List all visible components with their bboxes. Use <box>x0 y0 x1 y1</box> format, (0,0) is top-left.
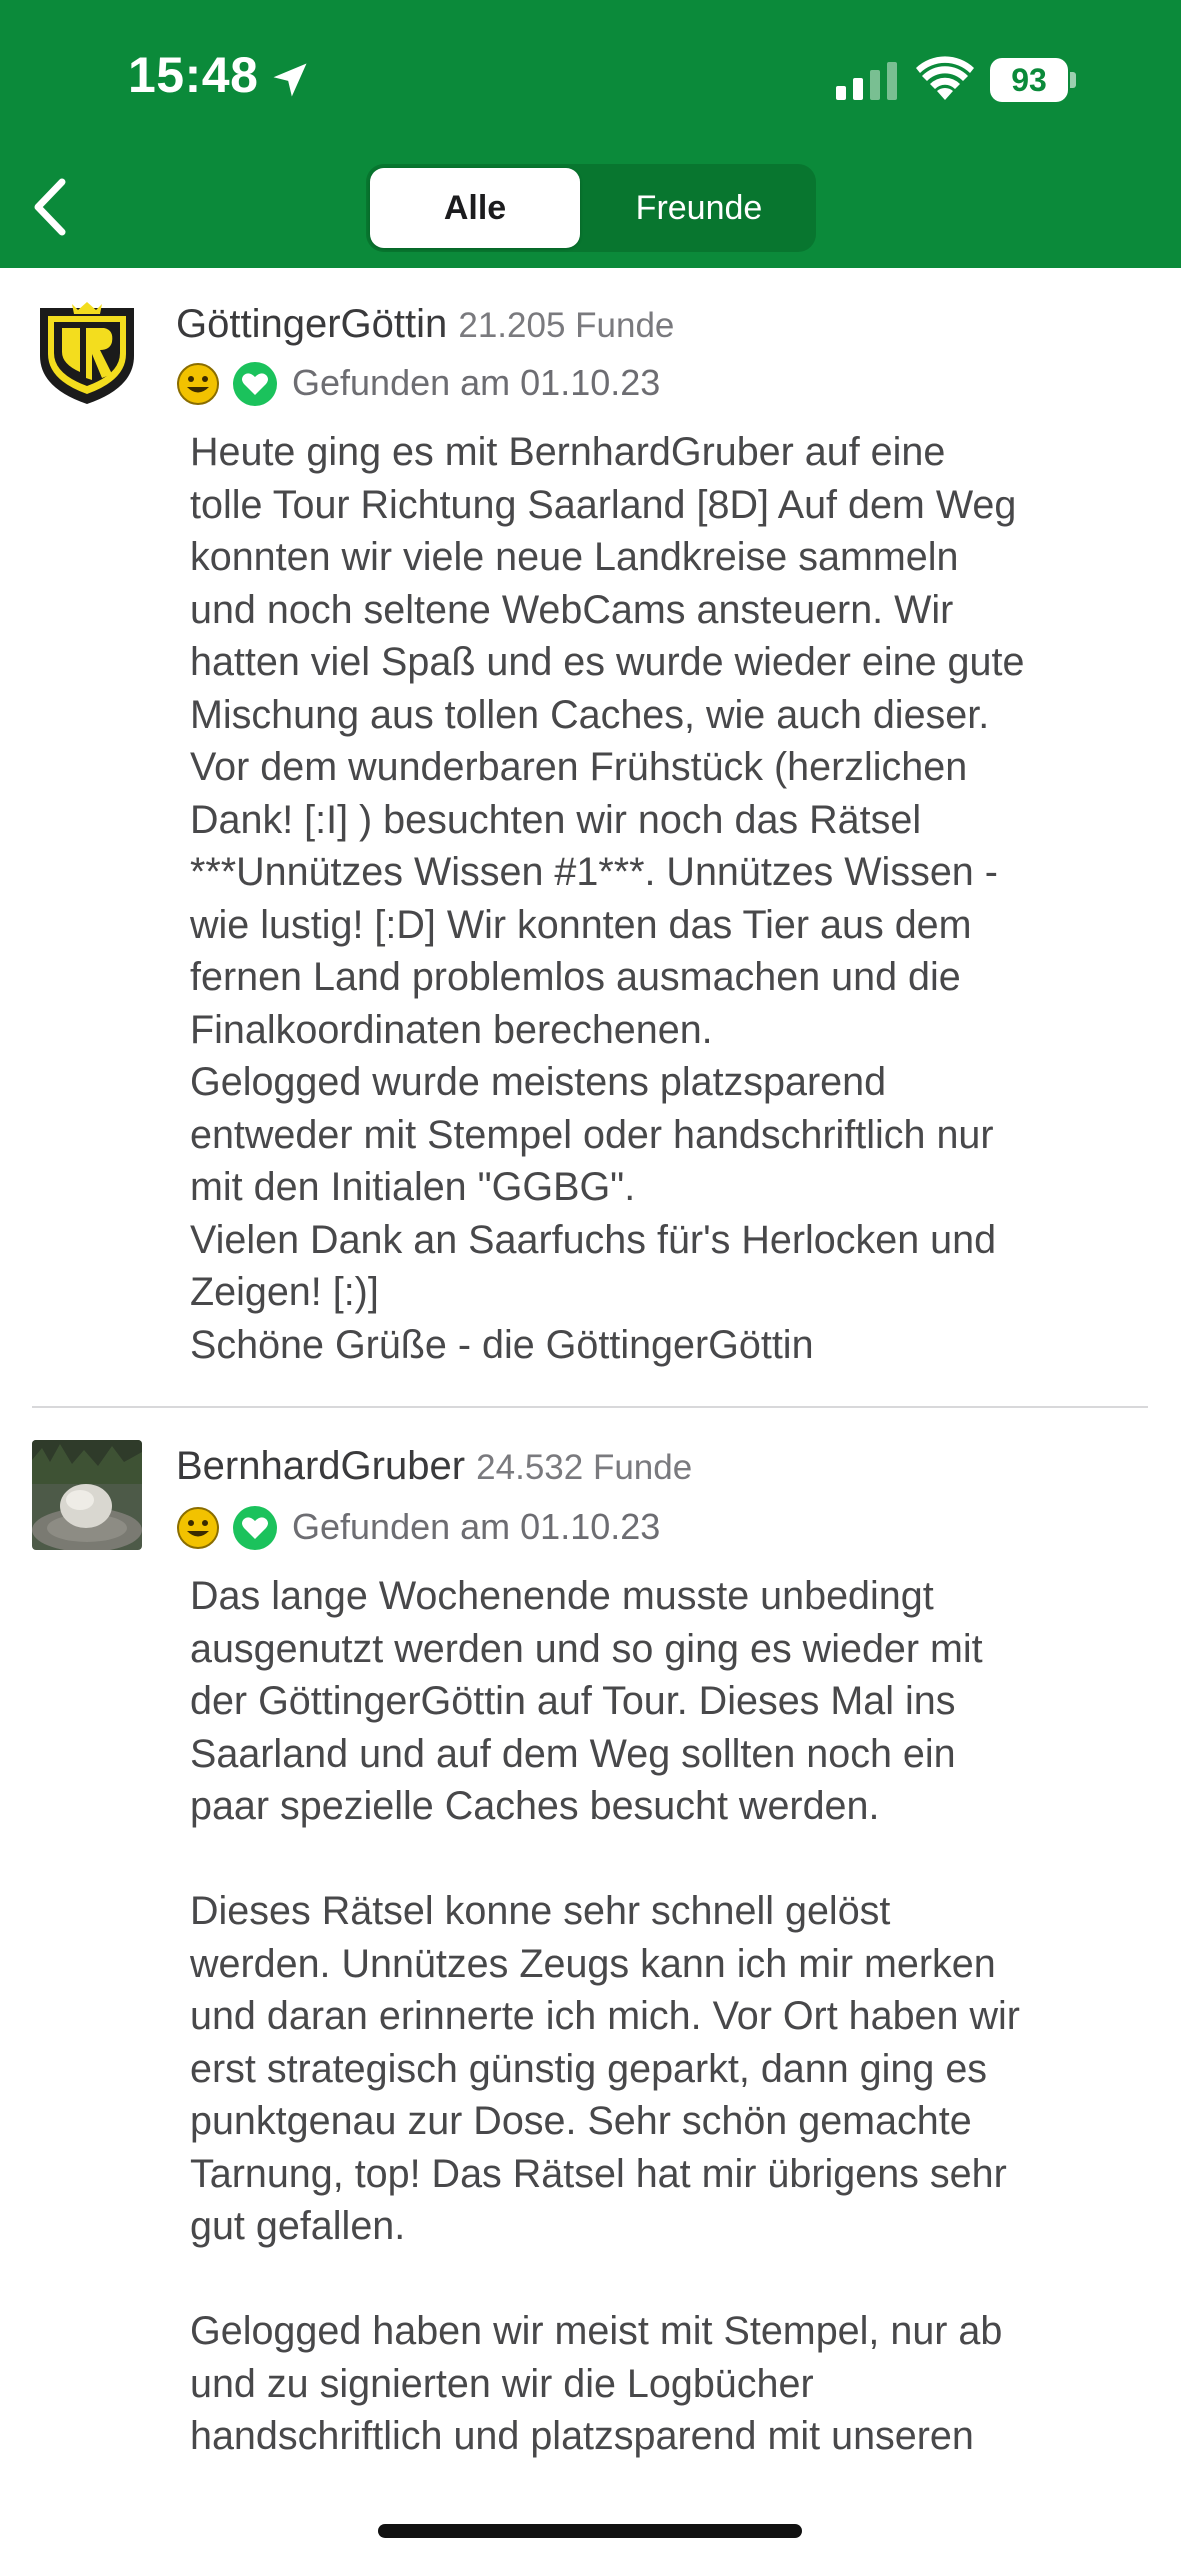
favorite-heart-icon <box>233 1506 277 1550</box>
username[interactable]: BernhardGruber <box>176 1444 465 1488</box>
found-smiley-icon <box>177 363 219 405</box>
divider <box>32 1406 1148 1408</box>
filter-segmented-control: Alle Freunde <box>366 164 816 252</box>
log-user-line: BernhardGruber 24.532 Funde <box>176 1444 692 1489</box>
log-user-line: GöttingerGöttin 21.205 Funde <box>176 302 674 347</box>
chevron-left-icon <box>34 178 66 236</box>
log-text: Heute ging es mit BernhardGruber auf ein… <box>190 430 1025 1367</box>
find-count: 21.205 Funde <box>458 306 675 345</box>
found-smiley-icon <box>177 1507 219 1549</box>
cellular-signal-icon <box>836 62 897 100</box>
battery-icon: 93 <box>990 58 1076 102</box>
battery-level: 93 <box>1011 62 1047 98</box>
favorite-heart-icon <box>233 362 277 406</box>
found-date: Gefunden am 01.10.23 <box>292 1506 661 1547</box>
avatar[interactable] <box>32 1440 142 1550</box>
stone-photo-icon <box>32 1440 142 1550</box>
back-button[interactable] <box>24 172 84 242</box>
username[interactable]: GöttingerGöttin <box>176 302 447 346</box>
find-count: 24.532 Funde <box>476 1448 693 1487</box>
app-header: 15:48 93 Alle Freunde <box>0 0 1181 268</box>
battery-cap <box>1070 72 1076 88</box>
found-date: Gefunden am 01.10.23 <box>292 362 661 403</box>
status-time: 15:48 <box>128 47 259 103</box>
avatar[interactable] <box>32 298 142 408</box>
log-text: Das lange Wochenende musste unbedingt au… <box>190 1574 1020 2458</box>
home-indicator[interactable] <box>378 2524 802 2538</box>
tab-freunde[interactable]: Freunde <box>586 168 812 248</box>
wifi-icon <box>916 56 974 100</box>
location-arrow-icon <box>273 63 307 97</box>
shield-logo-icon <box>32 298 142 408</box>
tab-alle[interactable]: Alle <box>370 168 580 248</box>
